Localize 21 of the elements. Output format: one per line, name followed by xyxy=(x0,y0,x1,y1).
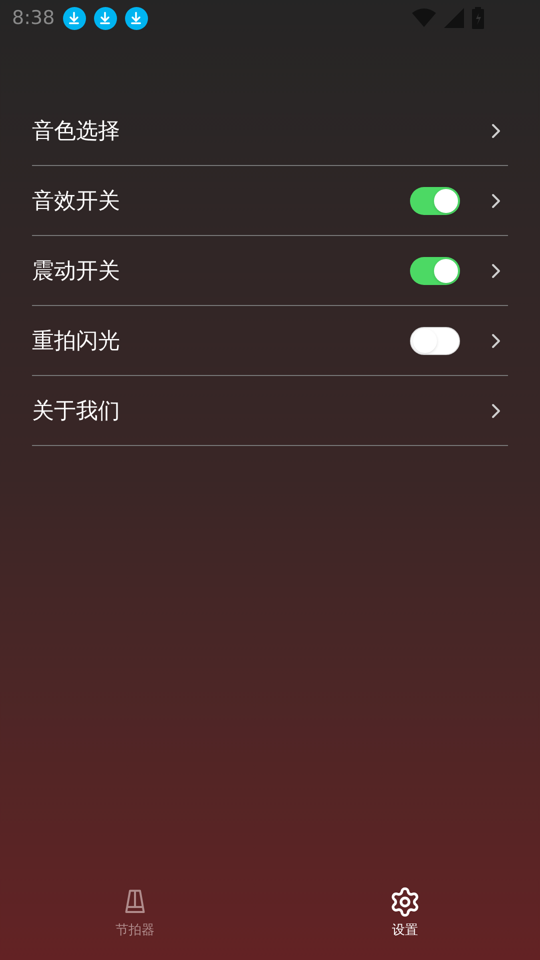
tab-button[interactable]: 设置 xyxy=(270,880,540,960)
settings-label: 重拍闪光 xyxy=(32,327,121,355)
battery-icon xyxy=(472,7,484,29)
toggle-switch[interactable] xyxy=(410,186,460,214)
settings-label: 关于我们 xyxy=(32,397,121,425)
download-icon xyxy=(62,6,86,30)
toggle-switch[interactable] xyxy=(410,256,460,284)
settings-row[interactable]: 音效开关 xyxy=(32,166,508,236)
gear-icon xyxy=(389,886,421,918)
tab-button[interactable]: 节拍器 xyxy=(0,880,270,960)
download-icon xyxy=(94,6,117,30)
settings-label: 音效开关 xyxy=(32,187,121,215)
download-icon xyxy=(124,6,148,30)
settings-row[interactable]: 关于我们 xyxy=(32,376,508,446)
settings-row[interactable]: 音色选择 xyxy=(32,96,508,166)
toggle-switch[interactable] xyxy=(410,326,460,354)
settings-row[interactable]: 重拍闪光 xyxy=(32,306,508,376)
status-time: 8:38 xyxy=(12,6,55,31)
settings-label: 震动开关 xyxy=(32,257,121,285)
settings-label: 音色选择 xyxy=(32,117,121,145)
settings-row[interactable]: 震动开关 xyxy=(32,236,508,306)
